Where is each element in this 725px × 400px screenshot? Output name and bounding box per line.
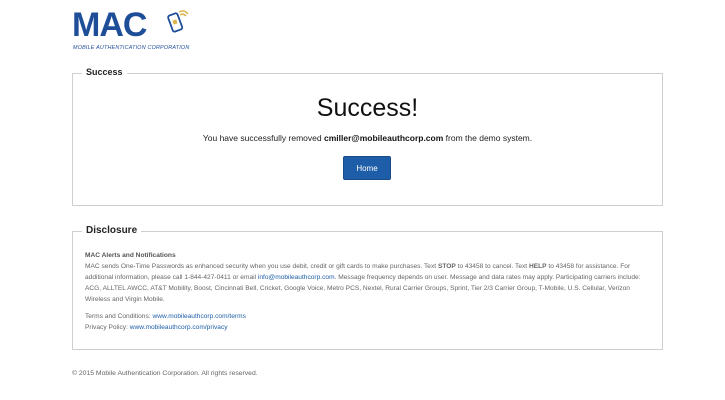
copyright-footer: © 2015 Mobile Authentication Corporation… xyxy=(72,370,258,377)
message-text-end: from the demo system. xyxy=(445,133,533,143)
disclosure-panel: Disclosure MAC Alerts and Notifications … xyxy=(72,225,663,350)
home-button[interactable]: Home xyxy=(343,156,391,180)
success-panel: Success Success! You have successfully r… xyxy=(72,67,663,206)
disclosure-body: MAC Alerts and Notifications MAC sends O… xyxy=(85,250,650,333)
phone-lock-icon xyxy=(167,10,189,33)
message-text: You have successfully removed xyxy=(202,133,322,143)
success-message: You have successfully removed cmiller@mo… xyxy=(73,133,662,143)
help-keyword: HELP xyxy=(528,263,547,270)
privacy-line: Privacy Policy: www.mobileauthcorp.com/p… xyxy=(85,322,650,333)
removed-email: cmiller@mobileauthcorp.com xyxy=(324,133,444,143)
policy-links: Terms and Conditions: www.mobileauthcorp… xyxy=(85,311,650,333)
disclosure-title: MAC Alerts and Notifications xyxy=(85,252,176,259)
privacy-link[interactable]: www.mobileauthcorp.com/privacy xyxy=(130,324,228,331)
terms-label: Terms and Conditions: xyxy=(85,313,151,320)
terms-link[interactable]: www.mobileauthcorp.com/terms xyxy=(152,313,245,320)
mac-logo: MAC MOBILE AUTHENTICATION CORPORATION xyxy=(72,6,192,52)
stop-keyword: STOP xyxy=(437,263,456,270)
success-legend: Success xyxy=(82,67,127,77)
page-title: Success! xyxy=(316,94,419,122)
info-email-link[interactable]: info@mobileauthcorp.com xyxy=(258,274,335,281)
terms-line: Terms and Conditions: www.mobileauthcorp… xyxy=(85,311,650,322)
disclosure-legend: Disclosure xyxy=(82,225,142,236)
disclosure-text: to 43458 to cancel. Text xyxy=(455,263,529,270)
logo-text: MAC xyxy=(72,6,147,44)
logo-tagline: MOBILE AUTHENTICATION CORPORATION xyxy=(73,45,190,51)
disclosure-paragraph: MAC sends One-Time Passwords as enhanced… xyxy=(85,261,650,305)
disclosure-text: MAC sends One-Time Passwords as enhanced… xyxy=(85,263,438,270)
privacy-label: Privacy Policy: xyxy=(85,324,128,331)
